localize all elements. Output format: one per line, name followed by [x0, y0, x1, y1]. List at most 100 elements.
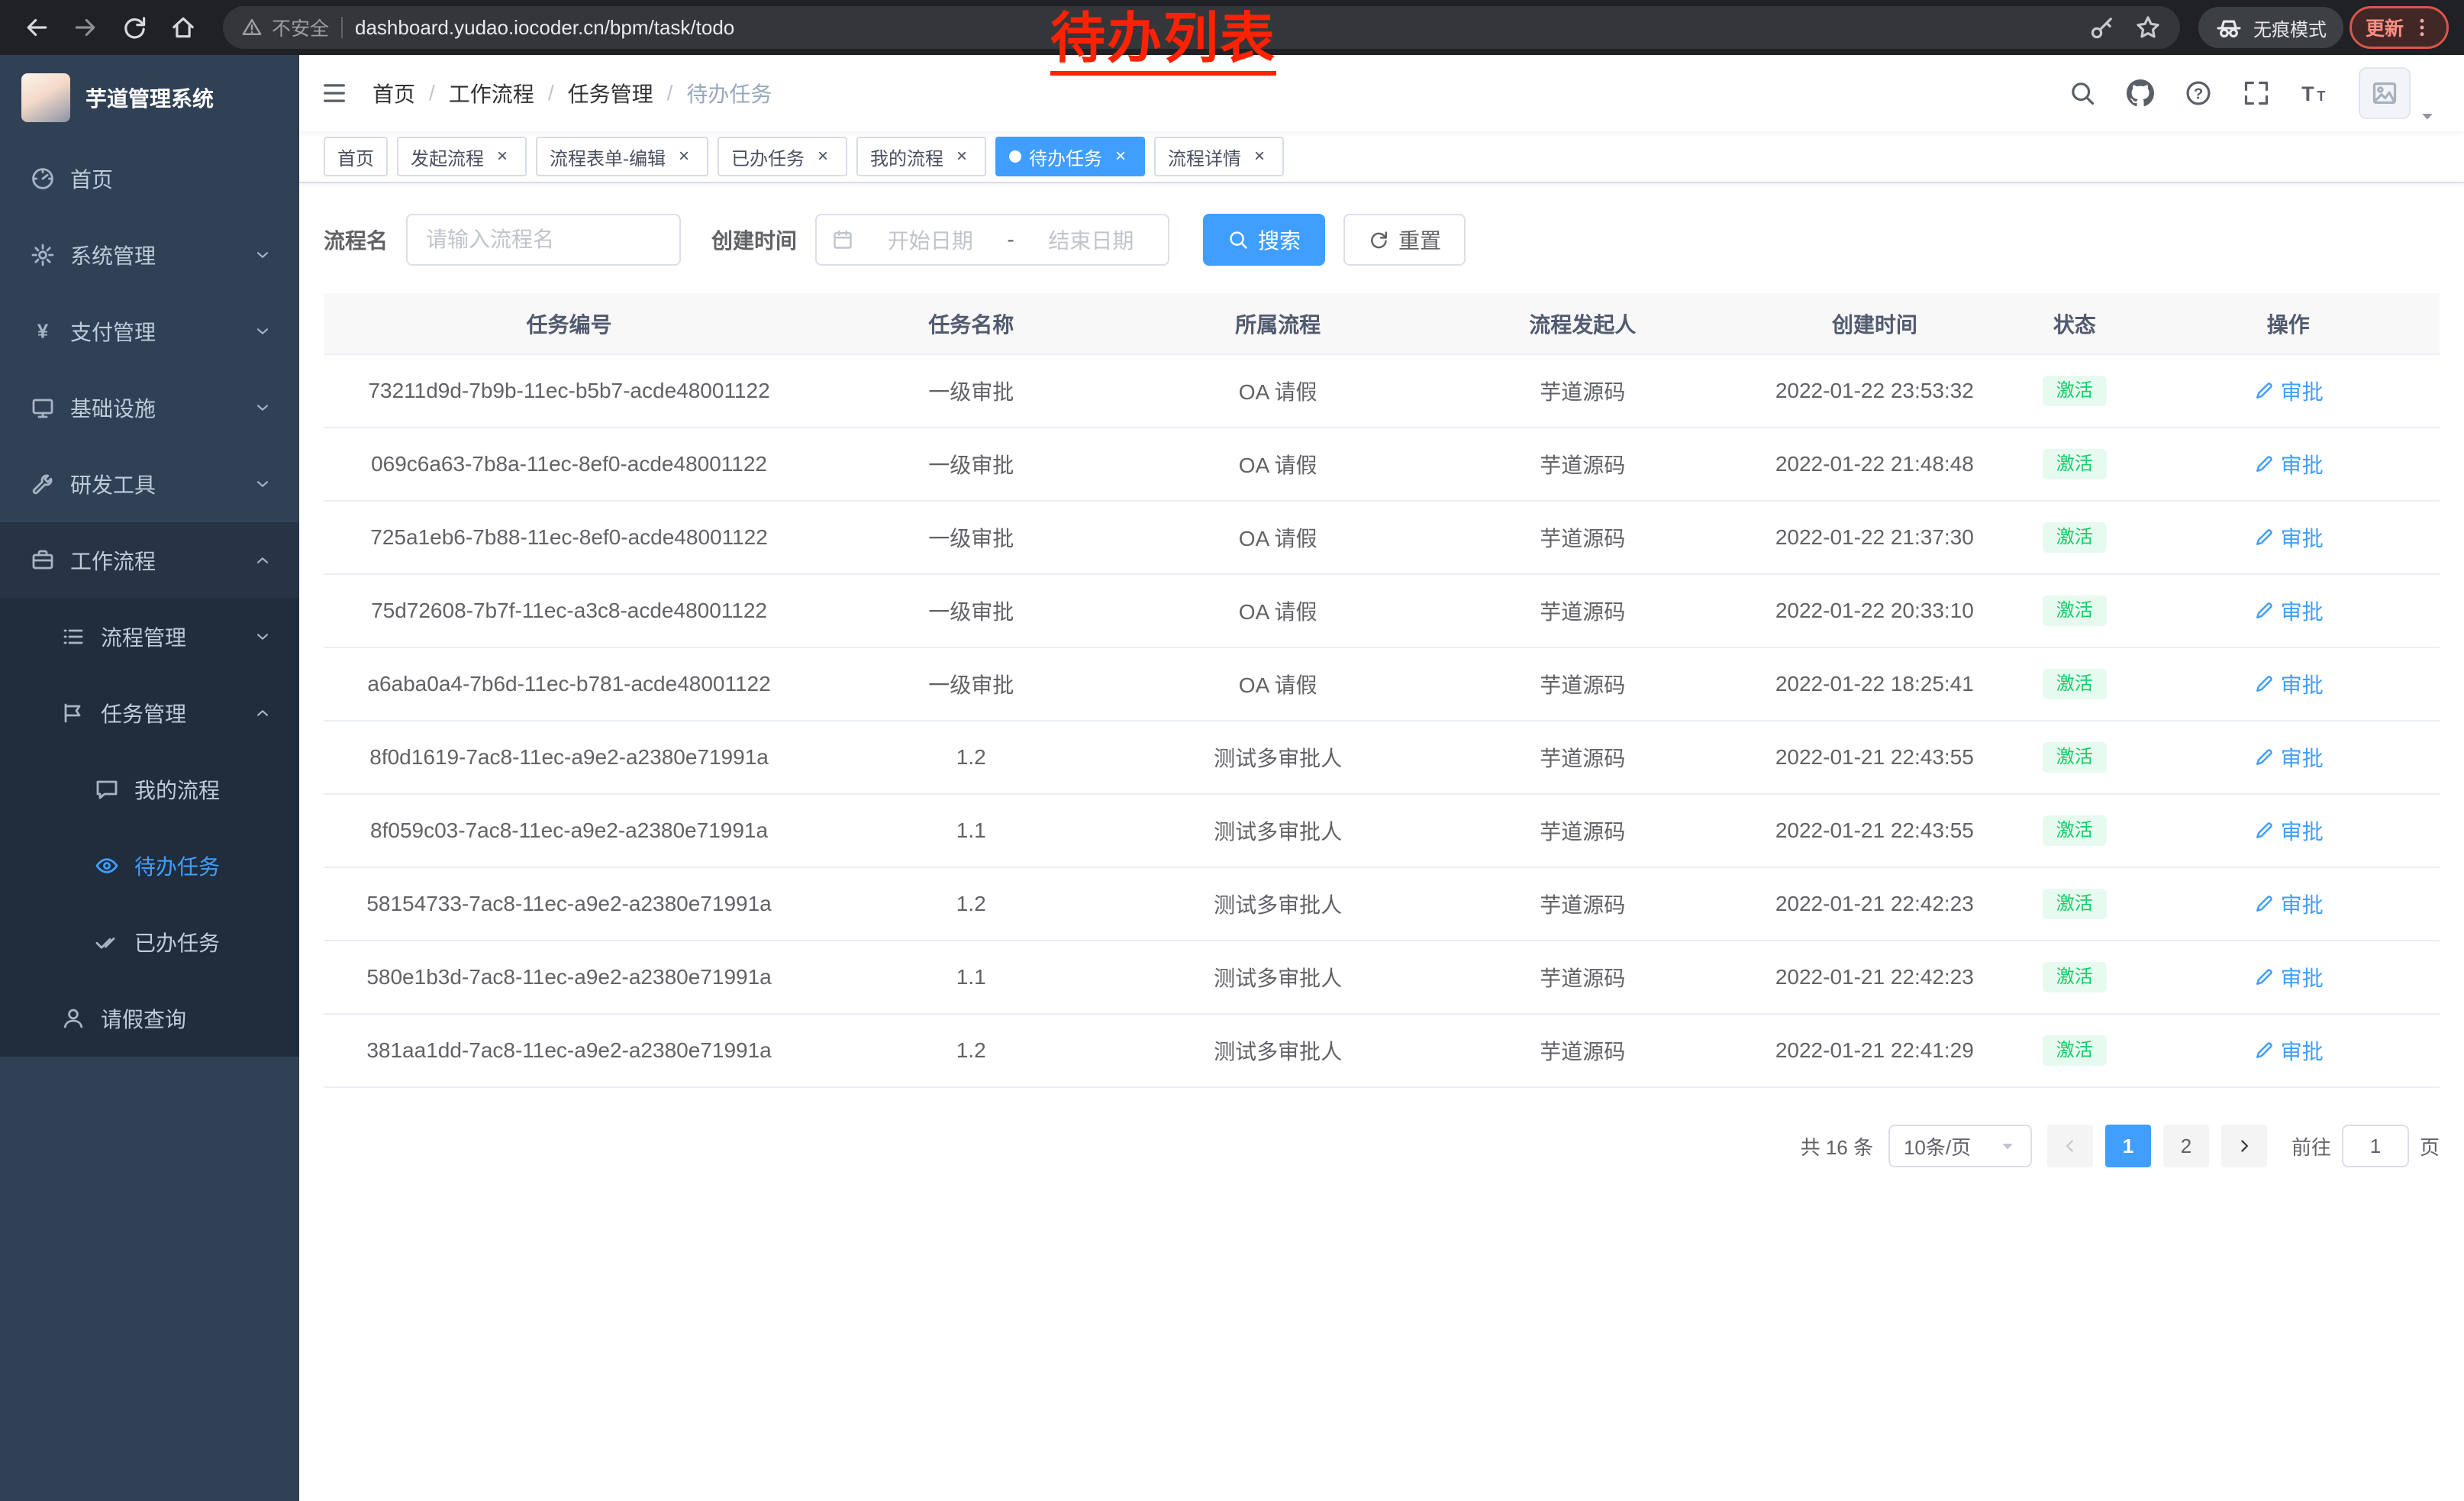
app-logo[interactable]: 芋道管理系统 [0, 55, 299, 140]
browser-home-button[interactable] [162, 6, 205, 49]
tab-close-icon[interactable]: × [1110, 146, 1131, 167]
approve-link[interactable]: 审批 [2253, 522, 2324, 553]
sidebar-item-home[interactable]: 首页 [0, 140, 299, 217]
sidebar-item-leave-query[interactable]: 请假查询 [0, 980, 299, 1057]
prev-page-button[interactable] [2047, 1125, 2093, 1167]
user-icon [61, 1006, 85, 1031]
sidebar-item-payment[interactable]: ¥支付管理 [0, 293, 299, 370]
bookmark-star-icon[interactable] [2134, 14, 2162, 41]
approve-link[interactable]: 审批 [2253, 376, 2324, 406]
goto-page-input[interactable] [2342, 1125, 2409, 1167]
sidebar-item-label: 研发工具 [70, 469, 156, 499]
tab-6[interactable]: 流程详情× [1154, 137, 1284, 176]
header-search-button[interactable] [2069, 79, 2096, 107]
font-size-button[interactable]: TT [2301, 79, 2328, 107]
browser-refresh-button[interactable] [113, 6, 156, 49]
sidebar-item-label: 请假查询 [101, 1003, 186, 1034]
status-badge: 激活 [2043, 889, 2107, 920]
cell-action: 审批 [2137, 721, 2440, 794]
tab-2[interactable]: 流程表单-编辑× [536, 137, 708, 176]
cell-status: 激活 [2012, 794, 2137, 867]
status-badge: 激活 [2043, 376, 2107, 407]
sidebar-item-todo-tasks[interactable]: 待办任务 [0, 828, 299, 904]
font-size-icon: TT [2301, 79, 2328, 107]
github-button[interactable] [2127, 79, 2154, 107]
browser-back-button[interactable] [15, 6, 58, 49]
sidebar-item-task-management[interactable]: 任务管理 [0, 675, 299, 751]
page-button-2[interactable]: 2 [2163, 1125, 2209, 1167]
search-button-label: 搜索 [1258, 224, 1301, 255]
approve-link[interactable]: 审批 [2253, 742, 2324, 773]
search-icon [1227, 229, 1249, 250]
tab-close-icon[interactable]: × [812, 146, 834, 167]
password-key-icon[interactable] [2088, 14, 2116, 41]
tab-close-icon[interactable]: × [951, 146, 972, 167]
table-row: 725a1eb6-7b88-11ec-8ef0-acde48001122一级审批… [324, 501, 2440, 574]
tab-close-icon[interactable]: × [673, 146, 695, 167]
sidebar-item-label: 待办任务 [134, 851, 220, 881]
filter-bar: 流程名 创建时间 开始日期 - 结束日期 搜索 重置 [324, 214, 2440, 266]
sidebar-item-workflow[interactable]: 工作流程 [0, 522, 299, 599]
edit-icon [2253, 600, 2275, 621]
warning-icon [241, 17, 263, 38]
cell-starter: 芋道源码 [1428, 1014, 1737, 1087]
approve-link[interactable]: 审批 [2253, 815, 2324, 846]
help-button[interactable]: ? [2185, 79, 2212, 107]
cell-name: 1.1 [814, 794, 1127, 867]
cell-created: 2022-01-21 22:41:29 [1737, 1014, 2012, 1087]
next-page-button[interactable] [2221, 1125, 2267, 1167]
sidebar-toggle-button[interactable] [321, 79, 348, 107]
sidebar-item-infrastructure[interactable]: 基础设施 [0, 370, 299, 446]
tab-close-icon[interactable]: × [492, 146, 513, 167]
tab-0[interactable]: 首页 [324, 137, 388, 176]
cell-starter: 芋道源码 [1428, 721, 1737, 794]
tab-1[interactable]: 发起流程× [397, 137, 527, 176]
page-size-select[interactable]: 10条/页 [1888, 1125, 2032, 1167]
cell-starter: 芋道源码 [1428, 647, 1737, 721]
cell-status: 激活 [2012, 574, 2137, 647]
cell-process: 测试多审批人 [1127, 721, 1428, 794]
list-icon [61, 625, 85, 649]
tab-4[interactable]: 我的流程× [856, 137, 986, 176]
sidebar-item-system[interactable]: 系统管理 [0, 217, 299, 293]
cell-id: 73211d9d-7b9b-11ec-b5b7-acde48001122 [324, 354, 814, 428]
tab-5[interactable]: 待办任务× [995, 137, 1145, 176]
search-button[interactable]: 搜索 [1203, 214, 1325, 266]
reset-button[interactable]: 重置 [1343, 214, 1466, 266]
table-row: 381aa1dd-7ac8-11ec-a9e2-a2380e71991a1.2测… [324, 1014, 2440, 1087]
browser-update-button[interactable]: 更新 [2350, 6, 2449, 49]
breadcrumb-item[interactable]: 工作流程 [449, 78, 534, 108]
approve-link[interactable]: 审批 [2253, 449, 2324, 479]
browser-forward-button[interactable] [64, 6, 107, 49]
user-menu[interactable] [2359, 67, 2437, 119]
table-row: 069c6a63-7b8a-11ec-8ef0-acde48001122一级审批… [324, 428, 2440, 501]
tab-close-icon[interactable]: × [1249, 146, 1270, 167]
approve-link[interactable]: 审批 [2253, 889, 2324, 919]
edit-icon [2253, 893, 2275, 915]
avatar[interactable] [2359, 67, 2411, 119]
page-size-value: 10条/页 [1904, 1132, 1971, 1160]
breadcrumb-item[interactable]: 任务管理 [568, 78, 653, 108]
approve-link[interactable]: 审批 [2253, 669, 2324, 699]
security-indicator[interactable]: 不安全 [241, 14, 329, 41]
fullscreen-button[interactable] [2243, 79, 2270, 107]
approve-link[interactable]: 审批 [2253, 596, 2324, 626]
chat-icon [95, 777, 119, 802]
sidebar-item-done-tasks[interactable]: 已办任务 [0, 904, 299, 980]
browser-menu-icon[interactable] [2411, 17, 2433, 38]
page-button-1[interactable]: 1 [2105, 1125, 2151, 1167]
cell-action: 审批 [2137, 647, 2440, 721]
sidebar-item-my-process[interactable]: 我的流程 [0, 751, 299, 828]
edit-icon [2253, 747, 2275, 768]
process-name-input[interactable] [406, 214, 681, 266]
approve-link[interactable]: 审批 [2253, 1035, 2324, 1066]
breadcrumb-item[interactable]: 首页 [373, 78, 415, 108]
create-time-range-picker[interactable]: 开始日期 - 结束日期 [815, 214, 1169, 266]
sidebar-item-dev-tools[interactable]: 研发工具 [0, 446, 299, 522]
cell-created: 2022-01-22 20:33:10 [1737, 574, 2012, 647]
approve-link[interactable]: 审批 [2253, 962, 2324, 993]
sidebar-item-process-management[interactable]: 流程管理 [0, 599, 299, 675]
cell-created: 2022-01-21 22:43:55 [1737, 794, 2012, 867]
tab-3[interactable]: 已办任务× [718, 137, 847, 176]
cell-id: 8f0d1619-7ac8-11ec-a9e2-a2380e71991a [324, 721, 814, 794]
